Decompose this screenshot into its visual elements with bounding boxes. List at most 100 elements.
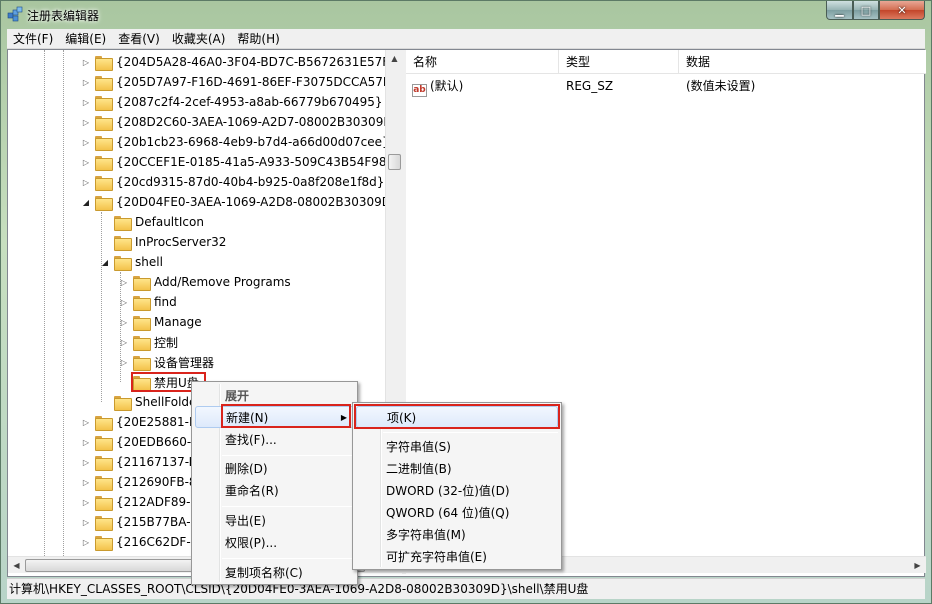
expand-arrow-icon[interactable]: ▷: [119, 298, 129, 307]
collapse-arrow-icon[interactable]: ◢: [81, 198, 91, 207]
menu-item-delete[interactable]: 删除(D): [195, 458, 354, 480]
menu-item-export[interactable]: 导出(E): [195, 510, 354, 532]
tree-node[interactable]: ▷ {20EDB660-7C: [81, 432, 207, 452]
title-bar[interactable]: 注册表编辑器 ▁ □ ✕: [1, 1, 931, 29]
expand-arrow-icon[interactable]: ▷: [81, 458, 91, 467]
expand-arrow-icon[interactable]: ▷: [81, 138, 91, 147]
folder-icon: [95, 415, 113, 431]
expand-arrow-icon[interactable]: ▷: [81, 178, 91, 187]
submenu-item-binary-value[interactable]: 二进制值(B): [356, 458, 558, 480]
expand-arrow-icon[interactable]: ▷: [119, 278, 129, 287]
tree-node[interactable]: DefaultIcon: [100, 212, 204, 232]
menu-item-find[interactable]: 查找(F)...: [195, 429, 354, 451]
tree-node[interactable]: ▷ {215B77BA-85: [81, 512, 206, 532]
tree-node[interactable]: ▷ 控制: [119, 332, 178, 352]
tree-node[interactable]: ▷ {205D7A97-F16D-4691-86EF-F3075DCCA57D}: [81, 72, 385, 92]
folder-icon: [95, 95, 113, 111]
tree-node[interactable]: ▷ {216C62DF-6D: [81, 532, 208, 552]
minimize-icon: ▁: [835, 3, 844, 17]
tree-node-label: Add/Remove Programs: [154, 275, 291, 289]
tree-node[interactable]: ▷ Manage: [119, 312, 202, 332]
folder-icon: [95, 75, 113, 91]
expand-arrow-icon[interactable]: ▷: [81, 58, 91, 67]
expand-arrow-icon[interactable]: ▷: [81, 538, 91, 547]
menu-favorites[interactable]: 收藏夹(A): [166, 30, 232, 48]
minimize-button[interactable]: ▁: [826, 1, 853, 20]
column-header-data[interactable]: 数据: [679, 50, 926, 74]
tree-node-label: 控制: [154, 335, 179, 350]
status-bar: 计算机\HKEY_CLASSES_ROOT\CLSID\{20D04FE0-3A…: [7, 578, 925, 599]
collapse-arrow-icon[interactable]: ◢: [100, 258, 110, 267]
folder-icon: [133, 335, 151, 351]
expand-arrow-icon[interactable]: ▷: [119, 358, 129, 367]
folder-icon: [95, 115, 113, 131]
expand-arrow-icon[interactable]: ▷: [81, 418, 91, 427]
menu-item-permissions[interactable]: 权限(P)...: [195, 532, 354, 554]
tree-node[interactable]: ▷ {21167137-B7I: [81, 452, 208, 472]
tree-node[interactable]: ▷ {20cd9315-87d0-40b4-b925-0a8f208e1f8d}: [81, 172, 384, 192]
expand-arrow-icon[interactable]: ▷: [81, 478, 91, 487]
tree-node[interactable]: ▷ 设备管理器: [119, 352, 214, 372]
menu-file[interactable]: 文件(F): [7, 30, 59, 48]
folder-icon: [95, 535, 113, 551]
submenu-item-expandable-string-value[interactable]: 可扩充字符串值(E): [356, 546, 558, 568]
tree-node[interactable]: ▷ {20b1cb23-6968-4eb9-b7d4-a66d00d07cee}: [81, 132, 385, 152]
value-type: REG_SZ: [566, 79, 614, 93]
expand-arrow-icon[interactable]: ▷: [81, 498, 91, 507]
expand-arrow-icon[interactable]: ▷: [81, 518, 91, 527]
tree-node[interactable]: ◢ {20D04FE0-3AEA-1069-A2D8-08002B30309D}: [81, 192, 385, 212]
value-name: (默认): [430, 79, 464, 93]
tree-node-label: {20D04FE0-3AEA-1069-A2D8-08002B30309D}: [116, 195, 385, 209]
tree-node[interactable]: ◢ shell: [100, 252, 163, 272]
expand-arrow-icon[interactable]: ▷: [81, 118, 91, 127]
tree-node[interactable]: InProcServer32: [100, 232, 226, 252]
submenu-item-multi-string-value[interactable]: 多字符串值(M): [356, 524, 558, 546]
tree-node[interactable]: ▷ Add/Remove Programs: [119, 272, 291, 292]
expand-arrow-icon[interactable]: ▷: [81, 158, 91, 167]
window-title: 注册表编辑器: [27, 9, 100, 23]
tree-node[interactable]: ▷ {2087c2f4-2cef-4953-a8ab-66779b670495}: [81, 92, 383, 112]
menu-item-rename[interactable]: 重命名(R): [195, 480, 354, 502]
folder-icon: [95, 195, 113, 211]
expand-arrow-icon[interactable]: ▷: [81, 78, 91, 87]
scroll-up-icon[interactable]: ▲: [386, 50, 403, 67]
column-header-type[interactable]: 类型: [559, 50, 679, 74]
submenu-item-dword-value[interactable]: DWORD (32-位)值(D): [356, 480, 558, 502]
menu-help[interactable]: 帮助(H): [231, 30, 285, 48]
column-header-name[interactable]: 名称: [406, 50, 559, 74]
value-name-cell: ab (默认): [406, 76, 559, 97]
menu-view[interactable]: 查看(V): [112, 30, 166, 48]
scroll-right-icon[interactable]: ▶: [909, 557, 926, 574]
tree-node-label: Manage: [154, 315, 202, 329]
tree-node-label: shell: [135, 255, 163, 269]
tree-node[interactable]: ShellFolder: [100, 392, 201, 412]
folder-icon: [114, 395, 132, 411]
list-item[interactable]: ab (默认) REG_SZ (数值未设置): [406, 76, 926, 97]
tree-node-label: {20cd9315-87d0-40b4-b925-0a8f208e1f8d}: [116, 175, 385, 189]
window-controls: ▁ □ ✕: [826, 1, 925, 20]
tree-node[interactable]: ▷ {208D2C60-3AEA-1069-A2D7-08002B30309D}: [81, 112, 385, 132]
close-button[interactable]: ✕: [879, 1, 925, 20]
tree-node-label: {20b1cb23-6968-4eb9-b7d4-a66d00d07cee}: [116, 135, 385, 149]
tree-node[interactable]: ▷ find: [119, 292, 177, 312]
folder-icon: [95, 175, 113, 191]
tree-node[interactable]: ▷ {20CCEF1E-0185-41a5-A933-509C43B54F98}: [81, 152, 385, 172]
folder-icon: [114, 215, 132, 231]
tree-node[interactable]: ▷ {204D5A28-46A0-3F04-BD7C-B5672631E57F}: [81, 52, 385, 72]
maximize-button[interactable]: □: [853, 1, 879, 20]
tree-node[interactable]: ▷ {212ADF89-1F: [81, 492, 205, 512]
scroll-left-icon[interactable]: ◀: [8, 557, 25, 574]
expand-arrow-icon[interactable]: ▷: [81, 438, 91, 447]
expand-arrow-icon[interactable]: ▷: [119, 338, 129, 347]
tree-node-label: {208D2C60-3AEA-1069-A2D7-08002B30309D}: [116, 115, 385, 129]
submenu-item-qword-value[interactable]: QWORD (64 位)值(Q): [356, 502, 558, 524]
list-header: 名称 类型 数据: [406, 50, 926, 74]
menu-edit[interactable]: 编辑(E): [59, 30, 112, 48]
highlight-box-key: [354, 404, 560, 429]
expand-arrow-icon[interactable]: ▷: [119, 318, 129, 327]
menu-separator: [222, 558, 352, 559]
submenu-item-string-value[interactable]: 字符串值(S): [356, 436, 558, 458]
menu-item-copy-key-name[interactable]: 复制项名称(C): [195, 562, 354, 584]
expand-arrow-icon[interactable]: ▷: [81, 98, 91, 107]
tree-vertical-scroll-thumb[interactable]: [388, 154, 401, 170]
